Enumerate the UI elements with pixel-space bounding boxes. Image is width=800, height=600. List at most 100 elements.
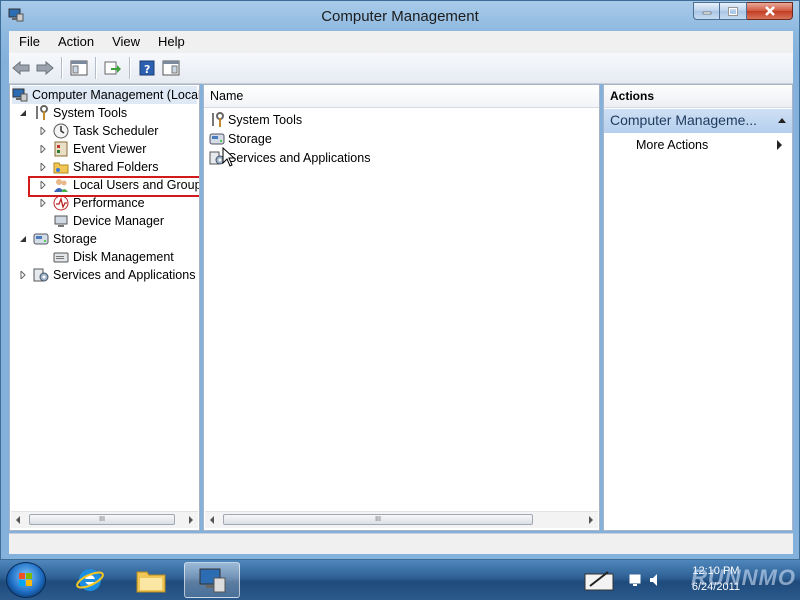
network-icon[interactable]	[628, 572, 644, 588]
tree-item-label: Computer Management (Local	[32, 88, 200, 102]
expand-arrow-icon[interactable]	[18, 270, 28, 280]
tree-item-label: Disk Management	[73, 250, 174, 264]
toolbar-separator	[129, 57, 131, 79]
tree-item-label: Shared Folders	[73, 160, 159, 174]
volume-icon[interactable]	[648, 572, 664, 588]
tree-item-shared-folders[interactable]: Shared Folders	[38, 158, 158, 176]
forward-button[interactable]	[33, 56, 57, 80]
list-item-label: Services and Applications	[228, 151, 371, 165]
menu-action[interactable]: Action	[48, 31, 102, 53]
menu-bar: File Action View Help	[9, 31, 793, 53]
tree-item-services-and-applications[interactable]: Services and Applications	[18, 266, 195, 284]
show-hide-console-tree-button[interactable]	[67, 56, 91, 80]
tree-item-task-scheduler[interactable]: Task Scheduler	[38, 122, 158, 140]
notification-area: 12:10 PM 6/24/2011 RUNNMO	[580, 560, 800, 600]
scroll-right-icon[interactable]	[589, 516, 593, 524]
tree-item-device-manager[interactable]: Device Manager	[53, 212, 164, 230]
taskbar-internet-explorer[interactable]	[62, 562, 118, 598]
title-bar[interactable]: Computer Management	[1, 1, 799, 31]
shared-folder-icon	[53, 159, 69, 175]
tree-item-label: Storage	[53, 232, 97, 246]
toolbar-separator	[95, 57, 97, 79]
toolbar-separator	[61, 57, 63, 79]
expand-arrow-icon[interactable]	[38, 126, 48, 136]
highlight-box	[28, 176, 199, 197]
tree-item-label: System Tools	[53, 106, 128, 120]
submenu-arrow-icon[interactable]	[777, 140, 782, 150]
close-button[interactable]	[747, 2, 793, 20]
tree-horizontal-scrollbar[interactable]: III	[11, 511, 198, 528]
clock-icon	[53, 123, 69, 139]
watermark: RUNNMO	[691, 565, 796, 590]
list-horizontal-scrollbar[interactable]: III	[205, 511, 598, 528]
result-list-pane: Name System Tools Storage Services and A…	[203, 84, 600, 531]
expand-arrow-icon[interactable]	[38, 162, 48, 172]
taskbar-computer-management[interactable]	[184, 562, 240, 598]
tree-item-storage[interactable]: Storage	[18, 230, 97, 248]
taskbar-windows-explorer[interactable]	[123, 562, 179, 598]
window-title: Computer Management	[321, 8, 479, 25]
show-hide-action-pane-icon	[162, 60, 180, 76]
menu-file[interactable]: File	[9, 31, 48, 53]
scroll-left-icon[interactable]	[16, 516, 20, 524]
scroll-right-icon[interactable]	[189, 516, 193, 524]
more-actions-link[interactable]: More Actions	[636, 138, 708, 152]
back-button[interactable]	[9, 56, 33, 80]
toolbar: ?	[9, 53, 793, 84]
menu-help[interactable]: Help	[148, 31, 193, 53]
computer-management-window: Computer Management File Action View Hel…	[0, 0, 800, 560]
list-item-system-tools[interactable]: System Tools	[209, 111, 302, 129]
storage-icon	[209, 131, 225, 147]
help-icon: ?	[139, 60, 155, 76]
event-viewer-icon	[53, 141, 69, 157]
folder-icon	[136, 571, 166, 593]
menu-view[interactable]: View	[102, 31, 148, 53]
minimize-icon	[702, 11, 711, 15]
tree-item-label: Performance	[73, 196, 145, 210]
maximize-icon	[728, 6, 738, 16]
actions-group-computer-management[interactable]: Computer Manageme...	[604, 109, 792, 133]
collapse-arrow-icon[interactable]	[18, 234, 28, 244]
actions-header: Actions	[604, 85, 792, 108]
expand-arrow-icon[interactable]	[38, 144, 48, 154]
computer-management-icon	[12, 87, 28, 103]
forward-icon	[36, 61, 54, 75]
minimize-button[interactable]	[693, 2, 720, 20]
export-list-icon	[104, 61, 121, 75]
taskbar: 12:10 PM 6/24/2011 RUNNMO	[0, 560, 800, 600]
collapse-up-icon[interactable]	[778, 118, 786, 123]
computer-management-icon	[199, 568, 226, 593]
column-header-name[interactable]: Name	[204, 85, 599, 108]
windows-logo-icon	[19, 573, 32, 586]
tree-item-label: Task Scheduler	[73, 124, 159, 138]
tree-item-label: Services and Applications	[53, 268, 196, 282]
caption-buttons	[693, 2, 793, 22]
show-hide-console-tree-icon	[70, 60, 88, 76]
help-button[interactable]: ?	[135, 56, 159, 80]
tree-item-system-tools[interactable]: System Tools	[18, 104, 127, 122]
tree-item-label: Event Viewer	[73, 142, 147, 156]
start-button[interactable]	[6, 562, 46, 598]
performance-icon	[53, 195, 69, 211]
tree-item-label: Device Manager	[73, 214, 165, 228]
column-header-label: Name	[210, 89, 244, 103]
expand-arrow-icon[interactable]	[38, 198, 48, 208]
input-panel-icon[interactable]	[584, 570, 614, 592]
mouse-cursor-icon	[222, 147, 236, 167]
list-item-label: Storage	[228, 132, 272, 146]
tree-item-event-viewer[interactable]: Event Viewer	[38, 140, 146, 158]
show-hide-action-pane-button[interactable]	[159, 56, 183, 80]
services-icon	[33, 267, 49, 283]
scroll-left-icon[interactable]	[210, 516, 214, 524]
collapse-arrow-icon[interactable]	[18, 108, 28, 118]
list-item-storage[interactable]: Storage	[209, 130, 272, 148]
tree-item-root[interactable]: Computer Management (Local	[12, 86, 200, 104]
export-list-button[interactable]	[101, 56, 125, 80]
maximize-button[interactable]	[720, 2, 747, 20]
tree-item-disk-management[interactable]: Disk Management	[53, 248, 174, 266]
status-bar	[9, 533, 793, 554]
scrollbar-thumb[interactable]: III	[223, 514, 533, 525]
list-item-label: System Tools	[228, 113, 303, 127]
scrollbar-thumb[interactable]: III	[29, 514, 175, 525]
storage-icon	[33, 231, 49, 247]
